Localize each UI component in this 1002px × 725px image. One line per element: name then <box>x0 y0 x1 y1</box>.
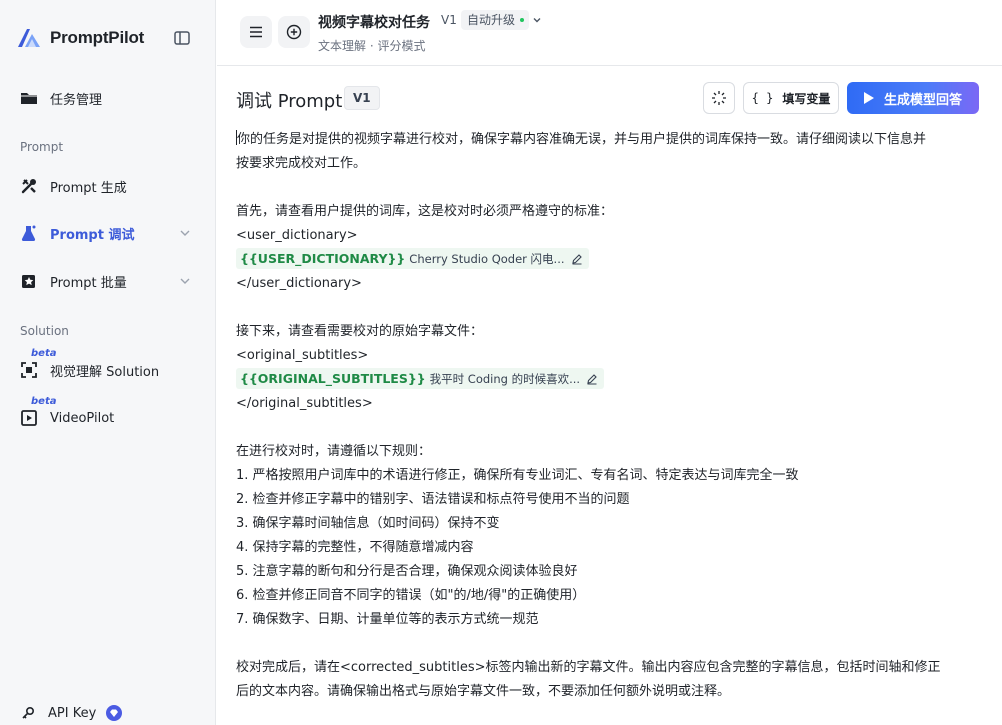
play-icon <box>863 92 874 104</box>
sidebar-item-label: Prompt 生成 <box>50 180 127 196</box>
diamond-badge-icon <box>106 705 123 721</box>
editor-line: 1. 严格按照用户词库中的术语进行修正，确保所有专业词汇、专有名词、特定表达与词… <box>236 468 799 483</box>
sidebar-item-videopilot[interactable]: VideoPilot <box>0 398 216 438</box>
editor-line: </user_dictionary> <box>236 276 362 291</box>
flask-icon <box>20 224 38 242</box>
editor-line: <user_dictionary> <box>236 228 358 243</box>
plus-circle-icon <box>286 24 302 40</box>
variable-preview: 我平时 Coding 的时候喜欢... <box>429 371 581 386</box>
editor-line: 6. 检查并修正同音不同字的错误（如"的/地/得"的正确使用） <box>236 588 586 603</box>
folder-icon <box>20 89 38 107</box>
sidebar-item-label: VideoPilot <box>50 410 115 426</box>
app-name: PromptPilot <box>50 28 145 47</box>
sidebar-item-label: Prompt 调试 <box>50 227 135 243</box>
prompt-panel-header: 调试 Prompt V1 { } 填写变量 生成模型回答 <box>217 67 1002 129</box>
editor-line: 你的任务是对提供的视频字幕进行校对，确保字幕内容准确无误，并与用户提供的词库保持… <box>236 130 927 147</box>
edit-pencil-icon[interactable] <box>586 373 598 385</box>
generate-answer-label: 生成模型回答 <box>883 92 962 108</box>
editor-line: {{ORIGINAL_SUBTITLES}} 我平时 Coding 的时候喜欢.… <box>236 368 986 392</box>
editor-line: 3. 确保字幕时间轴信息（如时间码）保持不变 <box>236 516 500 531</box>
editor-line: 后的文本内容。请确保输出格式与原始字幕文件一致，不要添加任何额外说明或注释。 <box>236 684 731 699</box>
auto-upgrade-label: 自动升级 <box>467 13 516 27</box>
sidebar: PromptPilot 任务管理 Prompt Prompt 生成 Prompt… <box>0 0 216 725</box>
optimize-button[interactable] <box>703 82 735 114</box>
variable-name: {{ORIGINAL_SUBTITLES}} <box>240 370 426 386</box>
edit-pencil-icon[interactable] <box>571 253 583 265</box>
sidebar-item-visual-solution[interactable]: 视觉理解 Solution <box>0 350 216 390</box>
api-key-link[interactable]: API Key <box>20 703 123 723</box>
version-badge[interactable]: V1 <box>344 86 380 110</box>
prompt-editor[interactable]: 你的任务是对提供的视频字幕进行校对，确保字幕内容准确无误，并与用户提供的词库保持… <box>217 129 1002 725</box>
menu-icon <box>250 26 262 38</box>
braces-icon: { } <box>751 91 774 105</box>
fill-variables-label: 填写变量 <box>782 91 831 106</box>
task-title: 视频字幕校对任务 <box>318 15 430 31</box>
add-task-button[interactable] <box>278 16 310 48</box>
status-dot <box>520 18 525 22</box>
editor-line: </original_subtitles> <box>236 396 373 411</box>
editor-line: 首先，请查看用户提供的词库，这是校对时必须严格遵守的标准： <box>236 204 614 219</box>
variable-chip-user-dictionary[interactable]: {{USER_DICTIONARY}} Cherry Studio Qoder … <box>236 248 589 269</box>
sidebar-item-label: 视觉理解 Solution <box>50 364 160 380</box>
generate-answer-button[interactable]: 生成模型回答 <box>847 82 979 114</box>
prompt-text[interactable]: 你的任务是对提供的视频字幕进行校对，确保字幕内容准确无误，并与用户提供的词库保持… <box>236 129 986 704</box>
sidebar-toggle-icon[interactable] <box>172 28 192 48</box>
section-label-solution: Solution <box>20 324 69 338</box>
chevron-down-icon <box>180 230 190 236</box>
logo[interactable]: PromptPilot <box>16 24 200 52</box>
variable-chip-original-subtitles[interactable]: {{ORIGINAL_SUBTITLES}} 我平时 Coding 的时候喜欢.… <box>236 368 605 389</box>
fill-variables-button[interactable]: { } 填写变量 <box>743 82 839 114</box>
sidebar-item-prompt-debug[interactable]: Prompt 调试 <box>0 213 216 253</box>
variable-name: {{USER_DICTIONARY}} <box>240 250 406 266</box>
task-subtitle: 文本理解 · 评分模式 <box>318 39 426 53</box>
sidebar-item-task-management[interactable]: 任务管理 <box>0 78 216 118</box>
sidebar-item-prompt-generate[interactable]: Prompt 生成 <box>0 166 216 206</box>
chevron-down-icon <box>180 278 190 284</box>
sparkle-icon <box>712 91 726 105</box>
editor-line: 7. 确保数字、日期、计量单位等的表示方式统一规范 <box>236 612 539 627</box>
sidebar-item-prompt-batch[interactable]: Prompt 批量 <box>0 261 216 301</box>
task-version: V1 <box>441 13 457 27</box>
promptpilot-logo-icon <box>18 29 40 47</box>
sidebar-item-label: 任务管理 <box>50 92 103 108</box>
editor-line: 校对完成后，请在<corrected_subtitles>标签内输出新的字幕文件… <box>236 660 941 675</box>
editor-line: 按要求完成校对工作。 <box>236 156 367 171</box>
editor-line: 2. 检查并修正字幕中的错别字、语法错误和标点符号使用不当的问题 <box>236 492 630 507</box>
stack-icon <box>20 272 38 290</box>
editor-line: <original_subtitles> <box>236 348 369 363</box>
editor-line: 在进行校对时，请遵循以下规则： <box>236 444 432 459</box>
section-label-prompt: Prompt <box>20 140 64 154</box>
chevron-down-icon[interactable] <box>532 15 542 25</box>
menu-button[interactable] <box>240 16 272 48</box>
page-title: 调试 Prompt <box>236 91 343 112</box>
editor-line: 5. 注意字幕的断句和分行是否合理，确保观众阅读体验良好 <box>236 564 578 579</box>
sidebar-item-label: Prompt 批量 <box>50 275 127 291</box>
editor-line: {{USER_DICTIONARY}} Cherry Studio Qoder … <box>236 248 986 272</box>
editor-line: 接下来，请查看需要校对的原始字幕文件： <box>236 324 484 339</box>
tools-icon <box>20 177 38 195</box>
video-icon <box>20 409 38 427</box>
variable-preview: Cherry Studio Qoder 闪电... <box>409 251 565 266</box>
scan-icon <box>20 361 38 379</box>
editor-line: 4. 保持字幕的完整性，不得随意增减内容 <box>236 540 474 555</box>
api-key-label: API Key <box>48 705 97 721</box>
auto-upgrade-select[interactable]: 自动升级 <box>461 10 530 30</box>
task-header: 视频字幕校对任务 V1 自动升级 文本理解 · 评分模式 <box>217 0 1002 66</box>
key-icon <box>22 706 35 719</box>
